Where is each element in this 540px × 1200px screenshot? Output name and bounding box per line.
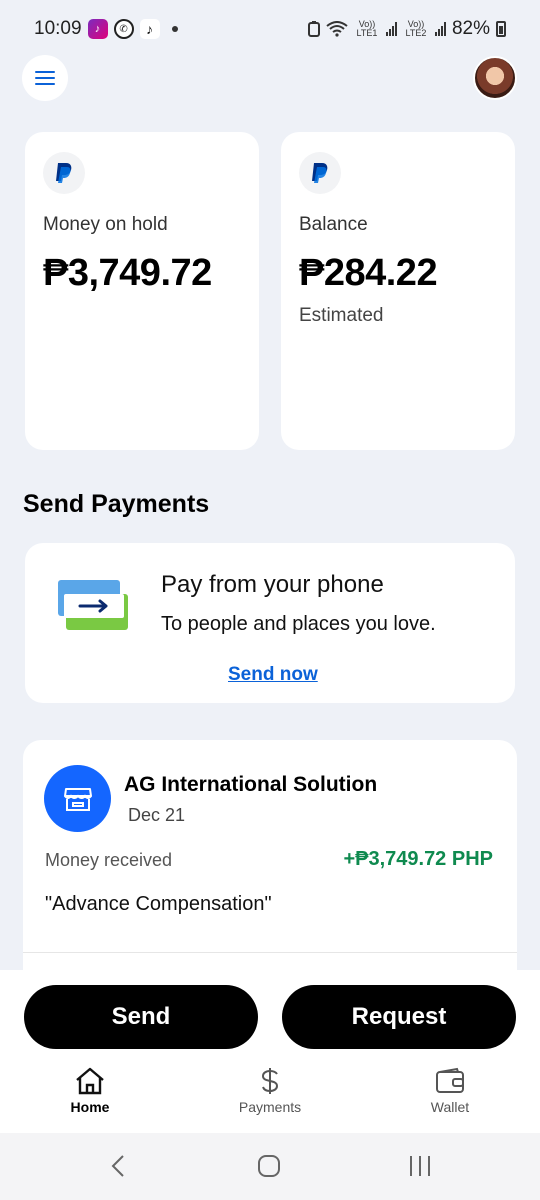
transaction-type: Money received <box>45 850 173 870</box>
pay-from-phone-card[interactable]: Pay from your phone To people and places… <box>25 543 515 703</box>
system-nav-bar <box>0 1133 540 1200</box>
status-left: 10:09 ♪ ✆ ♪ <box>34 18 178 40</box>
pay-card-title: Pay from your phone <box>161 571 384 598</box>
wallet-icon <box>436 1067 464 1093</box>
transaction-amount: +₱3,749.72 PHP <box>343 848 493 870</box>
sim1-label: Vo)) LTE1 <box>356 19 378 38</box>
wifi-icon <box>326 21 348 37</box>
signal2-icon <box>434 22 446 36</box>
system-back-button[interactable] <box>103 1151 133 1181</box>
paypal-badge <box>43 152 85 194</box>
send-money-illustration-icon <box>58 580 128 630</box>
nav-home-label: Home <box>70 1099 110 1115</box>
balance-label: Balance <box>299 214 368 235</box>
tiktok-icon: ♪ <box>139 19 160 39</box>
nav-wallet-label: Wallet <box>430 1099 470 1115</box>
balance-estimated: Estimated <box>299 305 384 326</box>
divider <box>23 952 517 953</box>
transaction-card[interactable]: AG International Solution Dec 21 Money r… <box>23 740 517 1000</box>
back-icon <box>111 1155 124 1177</box>
balance-card[interactable]: Balance ₱284.22 Estimated <box>281 132 515 450</box>
paypal-badge <box>299 152 341 194</box>
sim2-label: Vo)) LTE2 <box>405 19 427 38</box>
hold-amount: ₱3,749.72 <box>43 252 212 294</box>
transaction-note: "Advance Compensation" <box>45 893 272 915</box>
request-button[interactable]: Request <box>282 985 516 1049</box>
battery-saver-icon <box>307 21 320 37</box>
menu-icon <box>35 71 55 85</box>
money-on-hold-card[interactable]: Money on hold ₱3,749.72 <box>25 132 259 450</box>
send-button[interactable]: Send <box>24 985 258 1049</box>
balance-amount: ₱284.22 <box>299 252 438 294</box>
dollar-icon <box>261 1068 279 1094</box>
nav-wallet[interactable]: Wallet <box>390 1067 510 1115</box>
nav-home[interactable]: Home <box>30 1067 150 1115</box>
more-notifications-icon <box>171 26 178 32</box>
send-payments-title: Send Payments <box>23 490 210 518</box>
system-recents-button[interactable] <box>405 1151 435 1181</box>
bottom-panel: Send Request Home Payments Wallet <box>0 970 540 1133</box>
battery-icon <box>496 21 506 37</box>
status-time: 10:09 <box>34 18 82 39</box>
paypal-icon <box>56 163 72 183</box>
signal1-icon <box>385 22 397 36</box>
store-icon <box>63 787 92 811</box>
whatsapp-icon: ✆ <box>113 19 134 39</box>
nav-payments-label: Payments <box>238 1099 302 1115</box>
send-now-link[interactable]: Send now <box>228 664 318 686</box>
system-home-button[interactable] <box>254 1151 284 1181</box>
paypal-icon <box>312 163 328 183</box>
merchant-name: AG International Solution <box>124 773 378 796</box>
home-circle-icon <box>258 1155 280 1177</box>
music-app-icon: ♪ <box>87 19 108 39</box>
home-icon <box>76 1067 104 1095</box>
pay-card-subtitle: To people and places you love. <box>161 613 436 635</box>
merchant-avatar <box>44 765 111 832</box>
bottom-nav: Home Payments Wallet <box>0 1067 540 1127</box>
recents-icon <box>410 1156 430 1176</box>
status-bar: 10:09 ♪ ✆ ♪ Vo)) LTE1 Vo)) LTE2 82% <box>0 0 540 58</box>
status-right: Vo)) LTE1 Vo)) LTE2 82% <box>307 18 506 40</box>
profile-avatar[interactable] <box>473 56 517 100</box>
nav-payments[interactable]: Payments <box>210 1067 330 1115</box>
transaction-date: Dec 21 <box>128 805 186 825</box>
menu-button[interactable] <box>22 55 68 101</box>
hold-label: Money on hold <box>43 214 168 235</box>
battery-percent: 82% <box>451 18 490 39</box>
